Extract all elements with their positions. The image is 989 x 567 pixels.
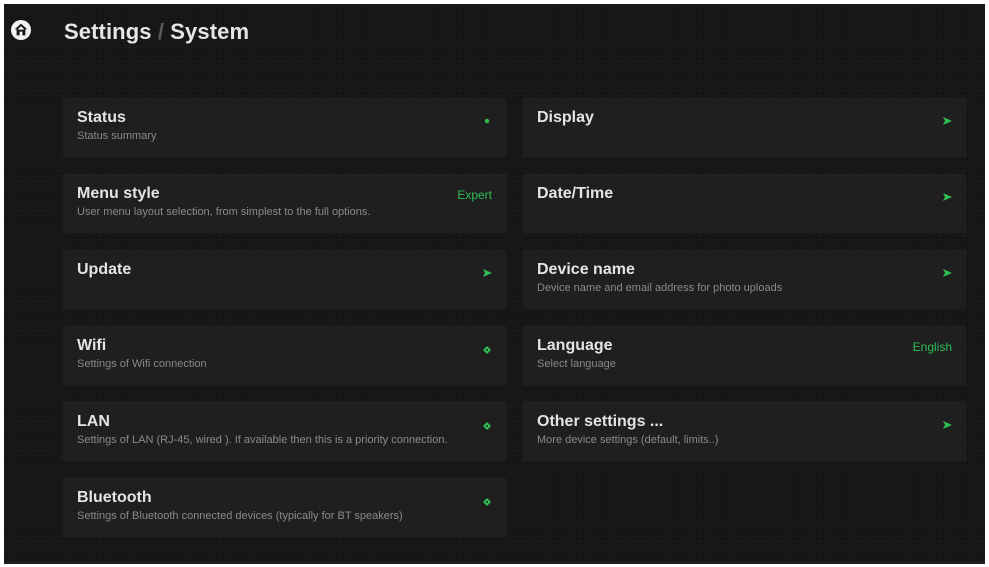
home-button[interactable] [8,19,34,45]
settings-item-title: Language [537,337,613,354]
settings-item-title: Menu style [77,185,160,202]
arrow-right-icon [941,115,953,127]
settings-item-title: Date/Time [537,185,614,202]
home-icon [10,19,32,46]
settings-item-menu-style[interactable]: Menu style User menu layout selection, f… [63,174,506,233]
settings-item-description: Settings of Bluetooth connected devices … [77,510,403,522]
diamond-icon [481,420,493,432]
diamond-icon [481,496,493,508]
settings-item-title: Wifi [77,337,107,354]
breadcrumb-system: System [170,19,250,44]
settings-item-description: User menu layout selection, from simples… [77,206,371,218]
settings-item-bluetooth[interactable]: Bluetooth Settings of Bluetooth connecte… [63,478,506,537]
settings-item-description: Status summary [77,130,157,142]
settings-item-title: Update [77,261,132,278]
settings-item-title: Display [537,109,594,126]
breadcrumb-separator: / [157,19,165,44]
settings-item-description: Settings of LAN (RJ-45, wired ). If avai… [77,434,448,446]
settings-item-value: English [912,340,952,354]
arrow-right-icon [941,191,953,203]
settings-item-value: Expert [457,188,492,202]
settings-item-lan[interactable]: LAN Settings of LAN (RJ-45, wired ). If … [63,402,506,461]
settings-item-description: Settings of Wifi connection [77,358,207,370]
settings-item-title: LAN [77,413,110,430]
settings-item-language[interactable]: Language Select language English [523,326,966,385]
settings-grid: Status Status summary Display Menu style… [63,98,967,537]
page-title: Settings / System [64,19,249,45]
diamond-icon [481,344,493,356]
settings-item-other-settings[interactable]: Other settings ... More device settings … [523,402,966,461]
settings-item-date-time[interactable]: Date/Time [523,174,966,233]
settings-item-description: Select language [537,358,616,370]
settings-item-wifi[interactable]: Wifi Settings of Wifi connection [63,326,506,385]
settings-item-update[interactable]: Update [63,250,506,309]
settings-item-description: Device name and email address for photo … [537,282,783,294]
settings-item-title: Bluetooth [77,489,152,506]
settings-item-title: Status [77,109,126,126]
dot-icon [481,115,493,127]
arrow-right-icon [941,419,953,431]
bottom-divider [4,562,985,564]
settings-item-status[interactable]: Status Status summary [63,98,506,157]
settings-item-device-name[interactable]: Device name Device name and email addres… [523,250,966,309]
settings-item-display[interactable]: Display [523,98,966,157]
settings-item-description: More device settings (default, limits..) [537,434,719,446]
breadcrumb-settings[interactable]: Settings [64,19,152,44]
arrow-right-icon [481,267,493,279]
arrow-right-icon [941,267,953,279]
settings-item-title: Other settings ... [537,413,664,430]
settings-item-title: Device name [537,261,635,278]
settings-screen: Settings / System Status Status summary … [4,4,985,563]
